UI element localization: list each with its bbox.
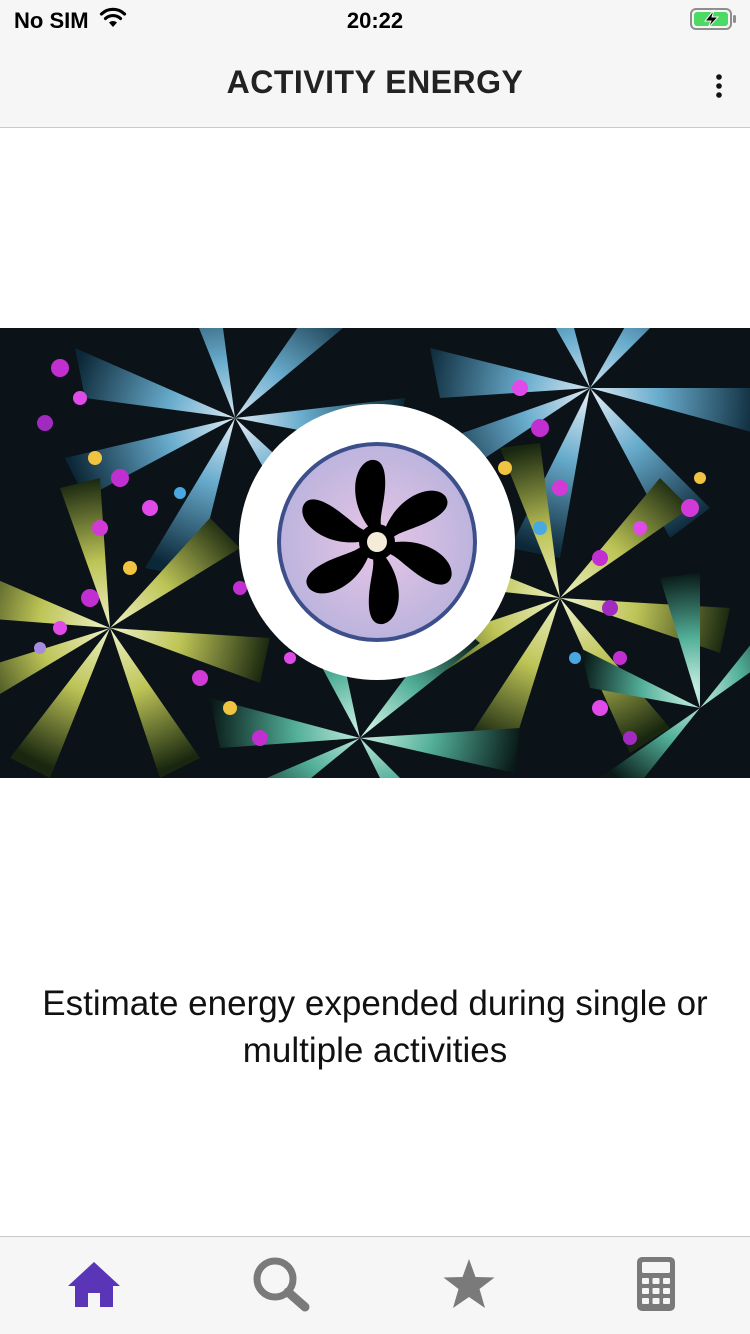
status-time: 20:22 <box>346 8 404 33</box>
bottom-nav <box>0 1236 750 1334</box>
hero-image <box>0 328 750 778</box>
home-icon <box>68 1262 120 1307</box>
status-bar: No SIM 20:22 <box>0 0 750 42</box>
page-title: ACTIVITY ENERGY <box>226 64 524 100</box>
app-logo-icon <box>277 442 477 642</box>
status-right <box>690 7 738 36</box>
more-menu-button[interactable] <box>704 66 734 106</box>
nav-search-button[interactable] <box>246 1253 316 1315</box>
search-icon <box>253 1257 310 1312</box>
battery-charging-icon <box>690 7 738 36</box>
calculator-icon <box>637 1257 675 1311</box>
star-icon <box>443 1259 495 1308</box>
nav-calculator-button[interactable] <box>621 1253 691 1315</box>
nav-favorites-button[interactable] <box>434 1253 504 1315</box>
app-description: Estimate energy expended during single o… <box>42 984 708 1070</box>
more-vertical-icon <box>716 74 722 98</box>
screen: No SIM 20:22 ACTIVITY ENERGY Estimate en… <box>0 0 750 1334</box>
app-header: ACTIVITY ENERGY <box>0 42 750 128</box>
nav-home-button[interactable] <box>59 1253 129 1315</box>
